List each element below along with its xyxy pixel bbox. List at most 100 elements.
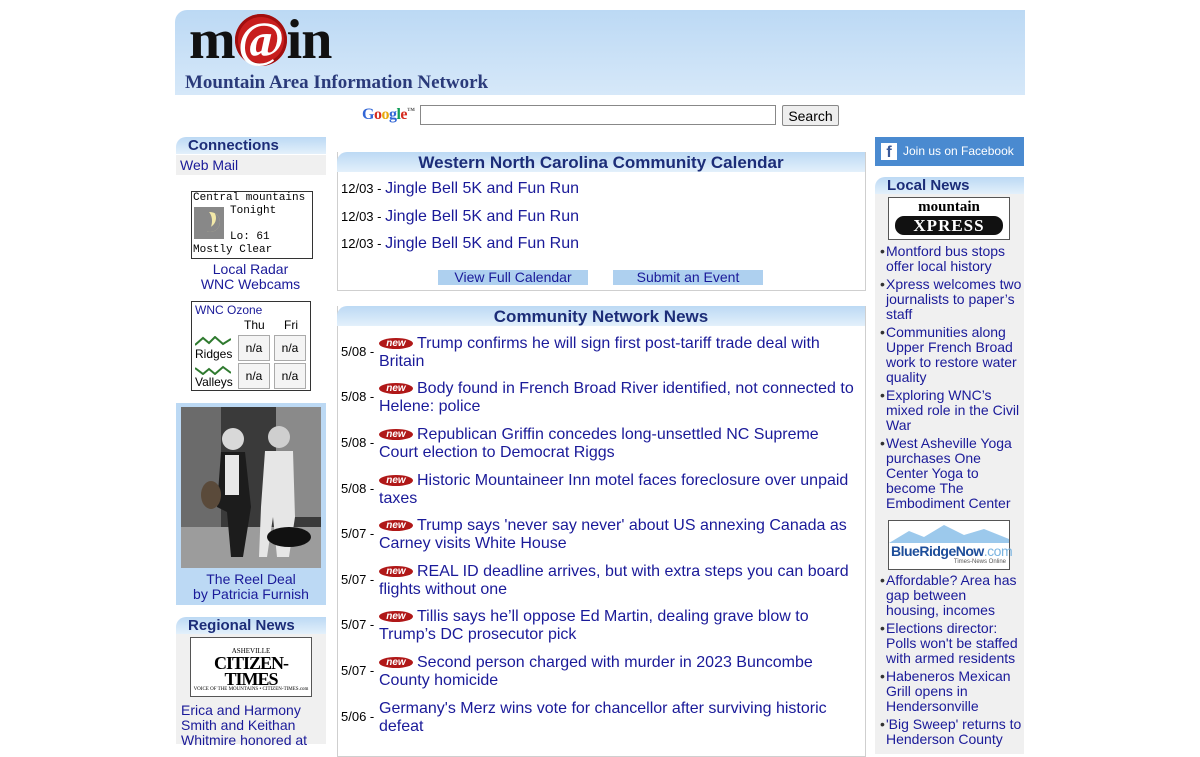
calendar-event-link[interactable]: Jingle Bell 5K and Fun Run bbox=[385, 180, 579, 197]
calendar-event-link[interactable]: Jingle Bell 5K and Fun Run bbox=[385, 235, 579, 252]
regional-news-box: ASHEVILLE CITIZEN-TIMES VOICE OF THE MOU… bbox=[176, 634, 326, 748]
news-date: 5/08 - bbox=[341, 481, 375, 496]
valley-icon bbox=[195, 365, 231, 375]
mountain-icon bbox=[195, 336, 231, 346]
film-still-image bbox=[181, 407, 321, 568]
local-news-item: • Habeneros Mexican Grill opens in Hender… bbox=[880, 669, 1022, 714]
site-header: m@in Mountain Area Information Network bbox=[175, 10, 1025, 95]
reel-deal-feature[interactable]: The Reel Deal by Patricia Furnish bbox=[176, 403, 326, 605]
new-badge-icon: new bbox=[379, 566, 413, 577]
new-badge-icon: new bbox=[379, 657, 413, 668]
weather-period: Tonight bbox=[230, 205, 277, 217]
local-news-item: • West Asheville Yoga purchases One Cente… bbox=[880, 436, 1022, 511]
webmail-link[interactable]: Web Mail bbox=[176, 155, 326, 175]
new-badge-icon: new bbox=[379, 383, 413, 394]
new-badge-icon: new bbox=[379, 611, 413, 622]
calendar-heading: Western North Carolina Community Calenda… bbox=[337, 152, 865, 172]
ozone-cell: n/a bbox=[274, 363, 306, 389]
news-link[interactable]: Trump confirms he will sign first post-t… bbox=[379, 335, 820, 370]
news-date: 5/08 - bbox=[341, 389, 375, 404]
local-news-item: • Communities along Upper French Broad wo… bbox=[880, 325, 1022, 385]
news-link[interactable]: Trump says 'never say never' about US an… bbox=[379, 517, 847, 552]
ozone-row-valleys: Valleys bbox=[195, 375, 233, 389]
connections-heading: Connections bbox=[176, 137, 326, 154]
news-link[interactable]: Historic Mountaineer Inn motel faces for… bbox=[379, 472, 848, 507]
local-news-item: • Montford bus stops offer local history bbox=[880, 244, 1022, 274]
local-news-item: • Affordable? Area has gap between housin… bbox=[880, 573, 1022, 618]
google-logo: Google™ bbox=[362, 106, 415, 123]
moon-icon bbox=[194, 207, 224, 239]
ozone-cell: n/a bbox=[238, 335, 270, 361]
wnc-webcams-link[interactable]: WNC Webcams bbox=[175, 276, 326, 292]
news-date: 5/07 - bbox=[341, 663, 375, 678]
local-news-item: • Elections director: Polls won't be staf… bbox=[880, 621, 1022, 666]
main-logo[interactable]: m@in bbox=[189, 12, 332, 68]
news-link[interactable]: REAL ID deadline arrives, but with extra… bbox=[379, 563, 849, 598]
calendar-event-link[interactable]: Jingle Bell 5K and Fun Run bbox=[385, 208, 579, 225]
view-full-calendar-button[interactable]: View Full Calendar bbox=[438, 270, 588, 285]
local-news-link[interactable]: Exploring WNC’s mixed role in the Civil … bbox=[886, 388, 1022, 433]
ozone-day-fri: Fri bbox=[284, 318, 298, 332]
community-news: Community Network News 5/08 - new Trump c… bbox=[337, 306, 866, 757]
mountain-range-icon bbox=[889, 525, 1009, 543]
ozone-day-thu: Thu bbox=[244, 318, 265, 332]
news-date: 5/07 - bbox=[341, 526, 375, 541]
weather-condition: Mostly Clear bbox=[193, 244, 273, 256]
citizen-times-logo[interactable]: ASHEVILLE CITIZEN-TIMES VOICE OF THE MOU… bbox=[190, 637, 312, 697]
weather-widget[interactable]: Central mountains Tonight Lo: 61 Mostly … bbox=[191, 191, 313, 259]
submit-event-button[interactable]: Submit an Event bbox=[613, 270, 763, 285]
community-calendar: Western North Carolina Community Calenda… bbox=[337, 152, 866, 291]
reel-deal-photo[interactable] bbox=[181, 407, 321, 568]
local-news-link[interactable]: West Asheville Yoga purchases One Center… bbox=[886, 436, 1022, 511]
facebook-label: Join us on Facebook bbox=[903, 144, 1014, 158]
news-link[interactable]: Tillis says he’ll oppose Ed Martin, deal… bbox=[379, 608, 809, 643]
mountain-xpress-logo[interactable]: mountain XPRESS bbox=[888, 197, 1010, 240]
calendar-event: 12/03 - Jingle Bell 5K and Fun Run bbox=[341, 235, 580, 252]
calendar-event: 12/03 - Jingle Bell 5K and Fun Run bbox=[341, 180, 580, 197]
local-news-link[interactable]: Communities along Upper French Broad wor… bbox=[886, 325, 1022, 385]
regional-news-heading: Regional News bbox=[176, 617, 326, 634]
local-news-item: • Exploring WNC’s mixed role in the Civil… bbox=[880, 388, 1022, 433]
weather-location: Central mountains bbox=[193, 192, 306, 204]
facebook-join-button[interactable]: f Join us on Facebook bbox=[875, 137, 1024, 166]
local-news-box: mountain XPRESS • Montford bus stops offe… bbox=[875, 194, 1024, 754]
news-heading: Community Network News bbox=[337, 306, 865, 326]
news-date: 5/08 - bbox=[341, 435, 375, 450]
news-link[interactable]: Republican Griffin concedes long-unsettl… bbox=[379, 426, 819, 461]
ozone-row-ridges: Ridges bbox=[195, 347, 233, 361]
local-news-link[interactable]: Habeneros Mexican Grill opens in Henders… bbox=[886, 669, 1022, 714]
search-input[interactable] bbox=[420, 105, 776, 125]
new-badge-icon: new bbox=[379, 338, 413, 349]
news-link[interactable]: Body found in French Broad River identif… bbox=[379, 380, 854, 415]
news-date: 5/07 - bbox=[341, 572, 375, 587]
local-news-link[interactable]: Xpress welcomes two journalists to paper… bbox=[886, 277, 1022, 322]
news-date: 5/06 - bbox=[341, 709, 375, 724]
local-radar-link[interactable]: Local Radar bbox=[175, 261, 326, 277]
local-news-heading: Local News bbox=[875, 177, 1024, 194]
news-link[interactable]: Second person charged with murder in 202… bbox=[379, 654, 813, 689]
ozone-cell: n/a bbox=[238, 363, 270, 389]
local-news-link[interactable]: 'Big Sweep' returns to Henderson County bbox=[886, 717, 1022, 747]
site-tagline: Mountain Area Information Network bbox=[185, 72, 489, 93]
search-button[interactable]: Search bbox=[782, 105, 839, 126]
news-date: 5/08 - bbox=[341, 344, 375, 359]
ozone-widget[interactable]: WNC Ozone Thu Fri Ridges n/a n/a Valleys… bbox=[191, 301, 311, 391]
local-news-link[interactable]: Elections director: Polls won't be staff… bbox=[886, 621, 1022, 666]
local-news-item: • Xpress welcomes two journalists to pape… bbox=[880, 276, 1022, 322]
local-news-link[interactable]: Affordable? Area has gap between housing… bbox=[886, 573, 1022, 618]
new-badge-icon: new bbox=[379, 520, 413, 531]
regional-story-link[interactable]: Erica and Harmony Smith and Keithan Whit… bbox=[181, 703, 326, 748]
news-date: 5/07 - bbox=[341, 617, 375, 632]
weather-low: Lo: 61 bbox=[230, 231, 270, 243]
facebook-icon: f bbox=[881, 143, 897, 161]
local-news-link[interactable]: Montford bus stops offer local history bbox=[886, 244, 1022, 274]
new-badge-icon: new bbox=[379, 475, 413, 486]
reel-deal-caption[interactable]: The Reel Deal by Patricia Furnish bbox=[176, 572, 326, 602]
news-link[interactable]: Germany's Merz wins vote for chancellor … bbox=[379, 700, 827, 735]
local-news-item: • 'Big Sweep' returns to Henderson County bbox=[880, 716, 1022, 747]
ozone-title: WNC Ozone bbox=[195, 303, 263, 317]
ozone-cell: n/a bbox=[274, 335, 306, 361]
new-badge-icon: new bbox=[379, 429, 413, 440]
calendar-event: 12/03 - Jingle Bell 5K and Fun Run bbox=[341, 208, 580, 225]
blueridgenow-logo[interactable]: BlueRidgeNow.com Times-News Online bbox=[888, 520, 1013, 570]
